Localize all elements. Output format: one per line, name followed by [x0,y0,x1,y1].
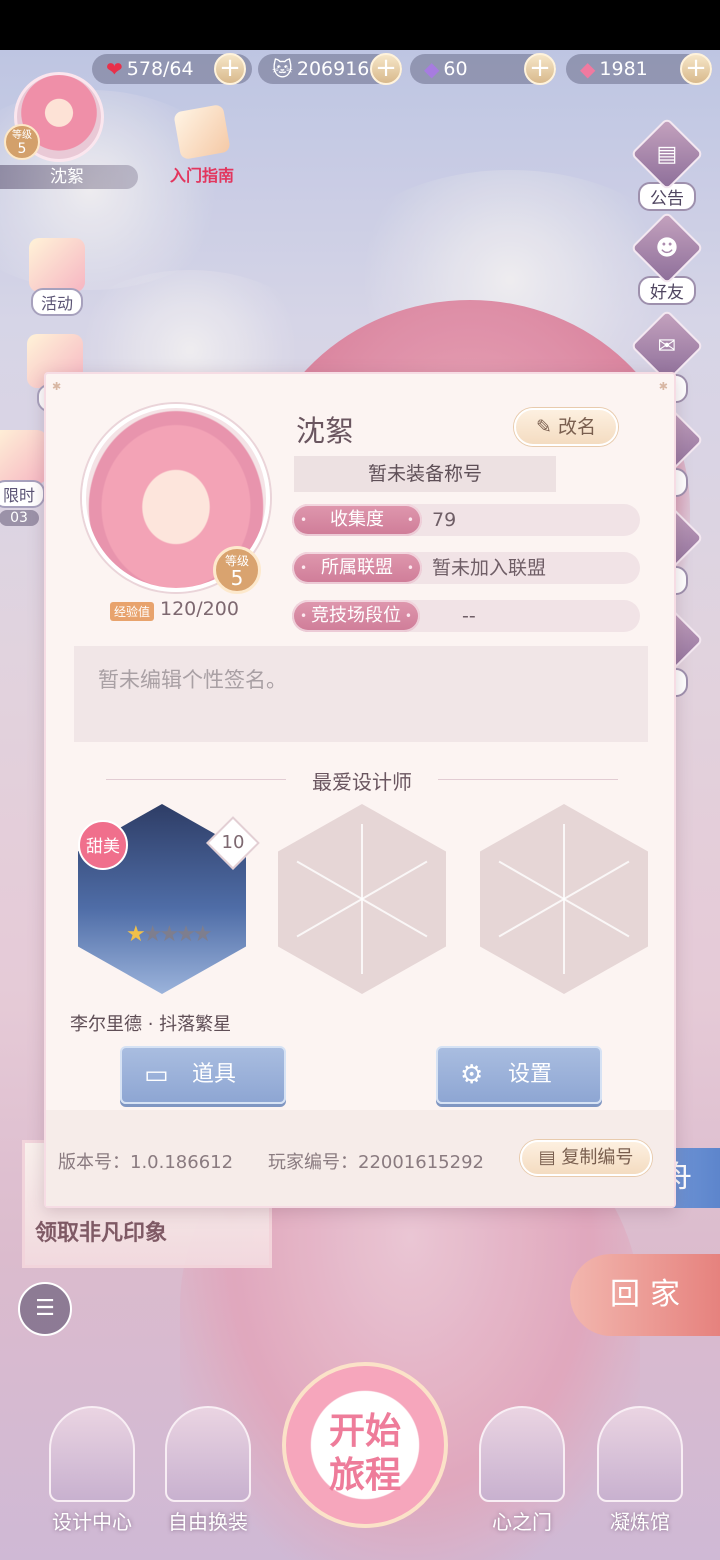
add-diamond-button[interactable]: + [524,53,556,85]
star-icon: ★ [126,922,146,947]
guide-icon [173,104,231,160]
stamina-value: 578/64 [126,58,194,80]
gold-value: 206916 [296,58,370,80]
rename-button[interactable]: ✎ 改名 [514,408,618,446]
nav-design-center[interactable]: 设计中心 [42,1406,142,1535]
purple-diamond-icon: ◆ [424,57,440,81]
settings-label: 设置 [508,1062,553,1087]
nav-label: 凝炼馆 [610,1510,670,1534]
start-line2: 旅程 [328,1455,401,1496]
add-stamina-button[interactable]: + [214,53,246,85]
corner-ornament: ✱ [658,380,668,393]
designer-slot-3[interactable] [480,804,648,994]
items-button[interactable]: ▭ 道具 [120,1046,286,1104]
designer-name: 李尔里德 · 抖落繁星 [70,1014,232,1035]
stat-key: 所属联盟 [292,552,422,584]
start-journey-button[interactable]: 开始 旅程 [282,1362,448,1528]
nav-label: 自由换装 [168,1510,248,1534]
copy-label: 复制编号 [561,1147,634,1168]
style-tag-badge: 甜美 [78,820,128,870]
player-level-badge: 等级 5 [4,124,40,160]
cat-coin-icon: 🐱 [272,57,293,81]
nav-refinery[interactable]: 凝炼馆 [590,1406,690,1535]
title-slot[interactable]: 暂未装备称号 [294,456,556,492]
profile-panel: ✱ ✱ ✱ ✱ 等级 5 经验值 120/200 沈絮 ✎ 改名 暂未装备称号 … [44,372,676,1208]
limited-icon [0,430,47,484]
limited-label: 限时 [0,480,45,508]
nav-free-dress[interactable]: 自由换装 [158,1406,258,1535]
notice-board-icon: ▤ [630,117,704,191]
items-label: 道具 [192,1062,237,1087]
level-label: 等级 [12,130,32,141]
notice-button[interactable]: ▤ 公告 [630,117,704,211]
stat-key: 收集度 [292,504,422,536]
guide-label: 入门指南 [169,166,234,185]
copy-id-button[interactable]: ▤ 复制编号 [520,1140,652,1176]
event-button[interactable]: 活动 [22,238,92,316]
designer-stars: ★★★★★ [126,922,213,947]
limited-timer: 03 [0,510,39,526]
diamond-value: 60 [443,58,468,80]
star-icon: ★★★★ [142,922,213,947]
go-home-button[interactable]: 回家 [570,1254,720,1336]
chat-icon: ☰ [35,1296,55,1321]
rename-label: 改名 [557,416,596,438]
stat-key: 竞技场段位 [292,600,420,632]
level-value: 5 [230,566,244,590]
friends-button[interactable]: ☻ 好友 [630,211,704,305]
exp-label: 经验值 [110,602,155,621]
friend-icon: ☻ [630,211,704,285]
event-icon [29,238,85,292]
pink-diamond-value: 1981 [599,58,648,80]
event-label: 活动 [30,288,83,316]
sewing-machine-icon [49,1406,135,1502]
player-name: 沈絮 [0,165,138,189]
panel-footer: 版本号：1.0.186612 玩家编号：22001615292 ▤ 复制编号 [46,1110,674,1206]
resource-bar: ❤ 578/64 + 🐱 206916 + ◆ 60 + ◆ 1981 + [92,53,712,86]
pink-diamond-icon: ◆ [580,57,596,81]
heart-door-icon [479,1406,565,1502]
exp-value: 120/200 [160,598,239,620]
version-text: 版本号：1.0.186612 [58,1152,234,1173]
profile-level-badge: 等级 5 [213,546,261,594]
add-pink-diamond-button[interactable]: + [680,53,712,85]
stat-row-collection: 收集度 79 [292,504,640,536]
stat-row-alliance: 所属联盟 暂未加入联盟 [292,552,640,584]
mirror-icon [165,1406,251,1502]
stat-value: -- [462,605,476,627]
beginner-guide-button[interactable]: 入门指南 [164,104,240,188]
stat-value: 暂未加入联盟 [432,557,547,579]
profile-name: 沈絮 [296,414,355,448]
heart-icon: ❤ [106,57,123,81]
settings-button[interactable]: ⚙ 设置 [436,1046,602,1104]
edit-icon: ✎ [536,416,552,438]
signature-field[interactable]: 暂未编辑个性签名。 [74,646,648,742]
player-id-text: 玩家编号：22001615292 [268,1152,484,1173]
designer-slot-2[interactable] [278,804,446,994]
add-gold-button[interactable]: + [370,53,402,85]
chat-button[interactable]: ☰ [18,1282,72,1336]
favorite-designer-heading: 最爱设计师 [46,766,678,795]
nav-label: 设计中心 [52,1510,132,1534]
nav-heart-door[interactable]: 心之门 [472,1406,572,1535]
box-icon: ▭ [144,1060,169,1090]
stat-row-arena: 竞技场段位 -- [292,600,640,632]
level-value: 5 [17,141,27,157]
clock-icon [597,1406,683,1502]
corner-ornament: ✱ [52,380,62,393]
copy-icon: ▤ [538,1147,556,1168]
promo-label: 领取非凡印象 [35,1221,168,1246]
stat-value: 79 [432,509,457,531]
gear-icon: ⚙ [460,1060,484,1090]
nav-label: 心之门 [492,1510,552,1534]
